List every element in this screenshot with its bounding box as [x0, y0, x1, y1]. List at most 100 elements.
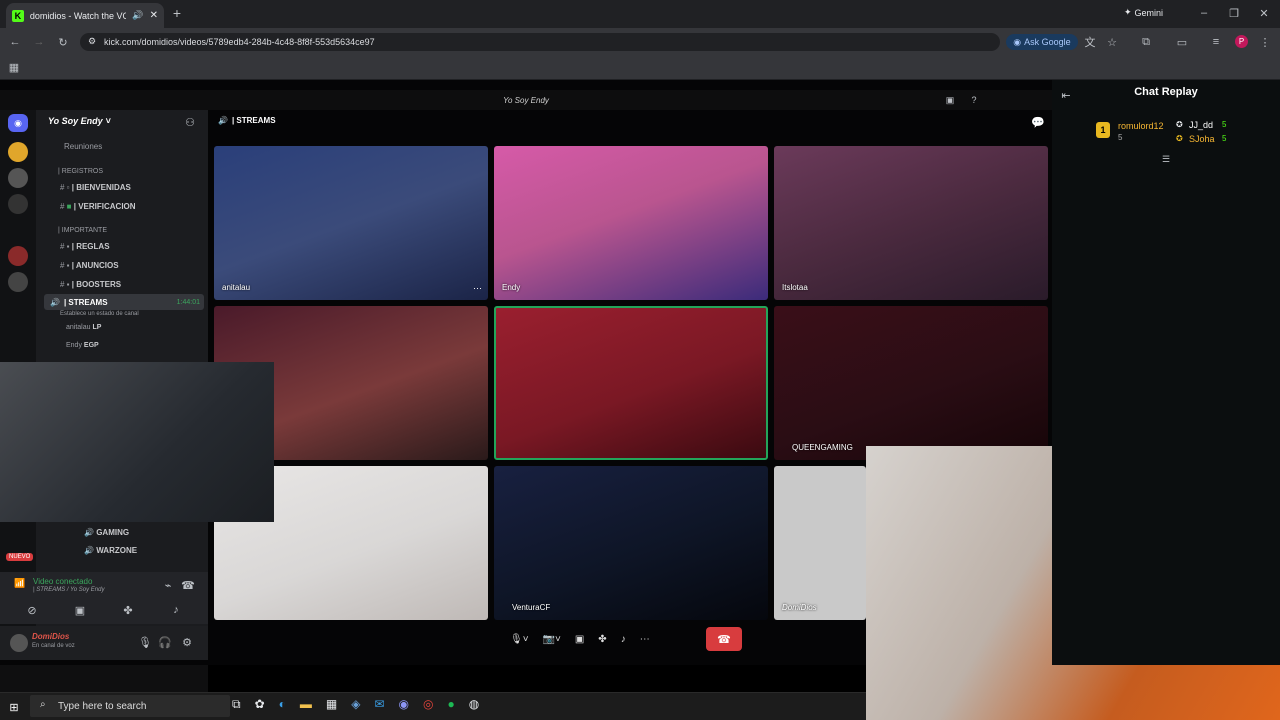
channel-streams-active[interactable]: 🔊 | STREAMS 1:44:01 — [44, 294, 204, 310]
channel-reuniones[interactable]: Reuniones — [64, 142, 102, 151]
close-window-icon[interactable]: ✕ — [1258, 6, 1270, 20]
soundboard-icon[interactable]: ♪ — [170, 604, 182, 616]
browser-menu-icon[interactable]: ⋮ — [1260, 36, 1271, 49]
new-tab-icon[interactable]: + — [170, 5, 184, 21]
chat-replay-title: Chat Replay — [1134, 86, 1198, 98]
server-name[interactable]: Yo Soy Endy ˅ — [48, 116, 110, 126]
signal-icon: 📶 — [14, 578, 26, 588]
leader-name[interactable]: JJ_dd — [1189, 120, 1213, 130]
leave-call-button[interactable]: ☎ — [706, 627, 742, 651]
channel-anuncios[interactable]: # ▪ | ANUNCIOS — [60, 261, 119, 270]
apps-grid-icon[interactable]: ▦ — [8, 61, 20, 74]
channel-reglas[interactable]: # ▪ | REGLAS — [60, 242, 110, 251]
ask-google-button[interactable]: ◉ Ask Google — [1006, 34, 1078, 50]
chat-replay-panel — [1052, 80, 1280, 665]
microphone-icon[interactable]: 🎙 — [138, 636, 152, 649]
add-member-icon[interactable]: ⚇ — [184, 116, 196, 129]
back-icon[interactable]: ← — [8, 36, 22, 48]
category-importante[interactable]: | IMPORTANTE — [58, 227, 107, 234]
screen-share-icon[interactable]: ▣ — [74, 604, 86, 617]
screen-share-icon[interactable]: ▣ — [575, 634, 584, 645]
copilot-icon[interactable]: ✿ — [255, 697, 265, 717]
minimize-window-icon[interactable]: – — [1198, 6, 1210, 20]
channel-warzone[interactable]: 🔊 WARZONE — [84, 546, 137, 555]
disconnect-icon[interactable]: ☎ — [181, 580, 195, 592]
tile-name: DomiDios — [782, 603, 817, 612]
forward-icon[interactable]: → — [32, 36, 46, 48]
mic-toggle-icon[interactable]: 🎙˅ — [510, 634, 529, 645]
discord-window-titlebar: Yo Soy Endy — [0, 90, 1052, 110]
sidepanel-icon[interactable]: ▭ — [1176, 36, 1188, 49]
discord-app-icon[interactable]: ◉ — [399, 697, 409, 717]
taskbar-search-box[interactable]: ⌕ Type here to search — [30, 695, 230, 717]
tile-name: QUEENGAMING — [792, 443, 853, 452]
speaker-icon[interactable]: 🔊 — [132, 10, 143, 21]
server-icon[interactable] — [8, 272, 28, 292]
bookmark-star-icon[interactable]: ☆ — [1106, 36, 1118, 49]
spotify-icon[interactable]: ● — [448, 697, 455, 717]
channel-bienvenidas[interactable]: # ▫ | BIENVENIDAS — [60, 183, 131, 192]
server-icon[interactable] — [8, 142, 28, 162]
leader-points: 5 — [1222, 120, 1227, 129]
windows-start-icon[interactable]: ⊞ — [8, 701, 20, 714]
avatar[interactable] — [10, 634, 28, 652]
file-explorer-icon[interactable]: ▬ — [300, 697, 312, 717]
server-icon[interactable] — [8, 194, 28, 214]
restore-window-icon[interactable]: ❐ — [1228, 6, 1240, 20]
steam-icon[interactable]: ◈ — [351, 697, 360, 717]
noise-suppression-icon[interactable]: ⌁ — [162, 580, 174, 592]
stream-time: 1:44:01 — [176, 298, 200, 306]
leader-name[interactable]: romulord12 — [1118, 121, 1164, 131]
server-icon[interactable] — [8, 168, 28, 188]
browser-tab[interactable]: K domidios - Watch the VOD 🔊 ✕ — [6, 3, 164, 28]
voice-user-endy[interactable]: Endy EGP — [66, 342, 99, 349]
activities-icon[interactable]: ✤ — [598, 634, 606, 645]
translate-icon[interactable]: 文 — [1084, 36, 1096, 49]
video-tile[interactable]: anitalau ⋯ — [214, 146, 488, 300]
video-tile[interactable]: QUEENGAMING — [774, 306, 1048, 460]
tile-more-icon[interactable]: ⋯ — [473, 283, 482, 294]
site-info-icon[interactable]: ⚙ — [88, 36, 96, 47]
server-icon[interactable] — [8, 246, 28, 266]
discord-inbox-icon[interactable]: ▣ — [944, 94, 956, 106]
expand-leaderboard-icon[interactable]: ☰ — [1160, 154, 1172, 164]
address-bar[interactable]: ⚙ kick.com/domidios/videos/5789edb4-284b… — [80, 33, 1000, 51]
media-control-icon[interactable]: ≡ — [1210, 36, 1222, 48]
leader-name[interactable]: SJoha — [1189, 134, 1215, 144]
close-tab-icon[interactable]: ✕ — [150, 10, 158, 21]
settings-gear-icon[interactable]: ⚙ — [182, 636, 192, 649]
video-tile-active-speaker[interactable] — [494, 306, 768, 460]
video-tile[interactable]: DomiDios — [774, 466, 866, 620]
activities-icon[interactable]: ✤ — [122, 604, 134, 617]
chrome-icon[interactable]: ◎ — [423, 697, 433, 717]
store-icon[interactable]: ▦ — [326, 697, 337, 717]
extensions-icon[interactable]: ⧉ — [1140, 36, 1152, 48]
channel-verificacion[interactable]: # ■ | VERIFICACION — [60, 202, 136, 211]
headphones-icon[interactable]: 🎧 — [158, 636, 172, 649]
tile-name: anitalau — [222, 283, 251, 292]
soundboard-icon[interactable]: ♪ — [621, 634, 626, 645]
voice-user-anitalau[interactable]: anitalau LP — [66, 324, 101, 331]
channel-gaming[interactable]: 🔊 GAMING — [84, 528, 129, 537]
video-tile[interactable]: VenturaCF — [494, 466, 768, 620]
reload-icon[interactable]: ↻ — [56, 36, 70, 49]
obs-icon[interactable]: ◍ — [469, 697, 479, 717]
discord-home-icon[interactable]: ◉ — [8, 114, 28, 132]
category-registros[interactable]: | REGISTROS — [58, 168, 103, 175]
profile-avatar[interactable]: P — [1235, 35, 1248, 48]
task-view-icon[interactable]: ⧉ — [232, 697, 241, 717]
edge-icon[interactable]: ◐ — [279, 697, 286, 717]
more-options-icon[interactable]: ⋯ — [640, 634, 650, 645]
gemini-button[interactable]: ✦ Gemini — [1124, 7, 1163, 18]
video-tile[interactable]: Itslotaa — [774, 146, 1048, 300]
camera-off-icon[interactable]: ⊘ — [26, 604, 38, 617]
mail-icon[interactable]: ✉ — [374, 697, 384, 717]
voice-channel-icon: 🔊 — [50, 297, 60, 307]
video-tile[interactable]: Endy — [494, 146, 768, 300]
taskbar-apps: ⧉ ✿ ◐ ▬ ▦ ◈ ✉ ◉ ◎ ● ◍ — [232, 697, 479, 717]
channel-header-text: | STREAMS — [231, 116, 276, 125]
discord-help-icon[interactable]: ? — [968, 94, 980, 106]
channel-boosters[interactable]: # ▪ | BOOSTERS — [60, 280, 121, 289]
chat-bubble-icon[interactable]: 💬 — [1031, 116, 1045, 129]
camera-toggle-icon[interactable]: 📷˅ — [543, 634, 561, 645]
